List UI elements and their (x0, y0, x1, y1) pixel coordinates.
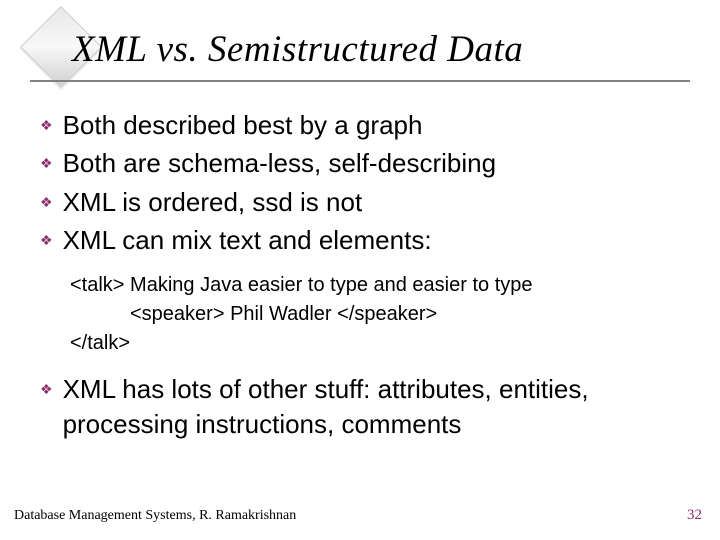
code-example: <talk> Making Java easier to type and ea… (70, 271, 680, 358)
bullet-item: ❖ XML has lots of other stuff: attribute… (40, 372, 680, 441)
slide-body: ❖ Both described best by a graph ❖ Both … (40, 108, 680, 445)
bullet-item: ❖ XML is ordered, ssd is not (40, 185, 680, 219)
bullet-list-2: ❖ XML has lots of other stuff: attribute… (40, 372, 680, 441)
bullet-text: XML is ordered, ssd is not (63, 185, 363, 219)
diamond-bullet-icon: ❖ (40, 231, 53, 249)
bullet-text: XML has lots of other stuff: attributes,… (63, 372, 680, 441)
bullet-text: Both described best by a graph (63, 108, 423, 142)
code-line: <speaker> Phil Wadler </speaker> (130, 300, 680, 329)
footer-attribution: Database Management Systems, R. Ramakris… (14, 508, 296, 524)
diamond-bullet-icon: ❖ (40, 193, 53, 211)
bullet-text: Both are schema-less, self-describing (63, 146, 497, 180)
diamond-bullet-icon: ❖ (40, 116, 53, 134)
slide-number: 32 (687, 507, 702, 524)
diamond-bullet-icon: ❖ (40, 154, 53, 172)
code-line: <talk> Making Java easier to type and ea… (70, 271, 680, 300)
title-underline (30, 80, 690, 82)
bullet-item: ❖ Both are schema-less, self-describing (40, 146, 680, 180)
bullet-text: XML can mix text and elements: (63, 223, 432, 257)
slide-title: XML vs. Semistructured Data (72, 28, 523, 71)
code-line: </talk> (70, 329, 680, 358)
diamond-bullet-icon: ❖ (40, 380, 53, 398)
bullet-item: ❖ Both described best by a graph (40, 108, 680, 142)
bullet-item: ❖ XML can mix text and elements: (40, 223, 680, 257)
